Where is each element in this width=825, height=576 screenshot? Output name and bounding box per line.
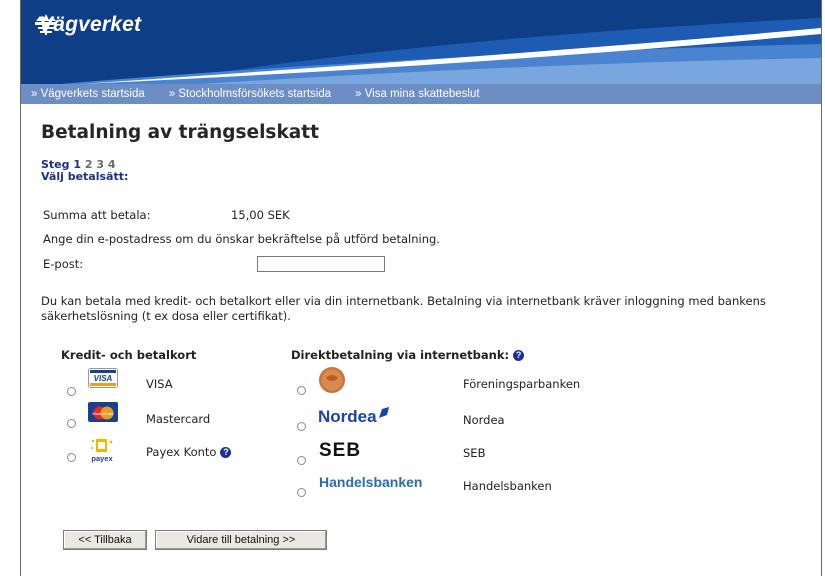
email-field[interactable] [257,256,385,272]
page-title: Betalning av trängselskatt [41,122,319,143]
nav-link-tax-decisions[interactable]: » Visa mina skattebeslut [355,88,479,100]
banks-heading: Direktbetalning via internetbank:? [291,348,525,362]
radio-foreningsparbanken[interactable] [297,386,306,395]
page-frame: Vägverket » Vägverkets startsida » Stock… [20,0,822,576]
radio-seb[interactable] [297,456,306,465]
continue-to-payment-button[interactable]: Vidare till betalning >> [155,530,327,550]
payex-icon: payex [88,437,116,467]
visa-card-icon: VISA [88,368,118,392]
radio-payex[interactable] [67,453,76,462]
seb-label: SEB [463,446,486,460]
banks-heading-text: Direktbetalning via internetbank: [291,348,510,362]
svg-text:MasterCard: MasterCard [93,411,114,416]
vagverket-logo[interactable]: Vägverket [33,13,141,37]
step-indicator: Steg 1 2 3 4 Välj betalsätt: [41,159,128,183]
email-label: E-post: [43,257,84,271]
mastercard-icon: MasterCard [88,402,118,426]
radio-visa[interactable] [67,387,76,396]
nordea-label: Nordea [463,413,505,427]
nav-link-stockholm-start[interactable]: » Stockholmsförsökets startsida [169,88,331,100]
visa-label: VISA [146,377,173,391]
top-navigation: » Vägverkets startsida » Stockholmsförsö… [21,84,821,104]
svg-text:VISA: VISA [94,374,113,383]
payex-label: Payex Konto? [146,445,232,459]
radio-handelsbanken[interactable] [297,488,306,497]
email-prompt: Ange din e-postadress om du önskar bekrä… [43,232,440,246]
nordea-wing-icon [378,404,390,423]
radio-mastercard[interactable] [67,419,76,428]
header-banner: Vägverket [21,0,821,84]
radio-nordea[interactable] [297,422,306,431]
step-heading: Välj betalsätt: [41,170,129,183]
payex-label-text: Payex Konto [146,445,217,459]
payment-info-text: Du kan betala med kredit- och betalkort … [41,294,766,323]
amount-label: Summa att betala: [43,208,151,222]
back-button[interactable]: << Tillbaka [63,530,147,550]
seb-logo-text: SEB [319,440,362,461]
payex-help-icon[interactable]: ? [220,447,232,458]
nav-link-vagverket-start[interactable]: » Vägverkets startsida [31,88,145,100]
nordea-logo-text: Nordea [318,407,377,426]
foreningsparbanken-label: Föreningsparbanken [463,377,581,391]
banks-help-icon[interactable]: ? [513,350,525,361]
svg-text:payex: payex [91,454,113,463]
amount-value: 15,00 SEK [231,208,290,222]
handelsbanken-logo-text: Handelsbanken [319,474,423,490]
nordea-logo: Nordea [318,404,390,427]
mastercard-label: Mastercard [146,412,211,426]
cards-heading: Kredit- och betalkort [61,348,197,362]
handelsbanken-label: Handelsbanken [463,479,552,493]
foreningsparbanken-logo-icon [318,366,346,398]
